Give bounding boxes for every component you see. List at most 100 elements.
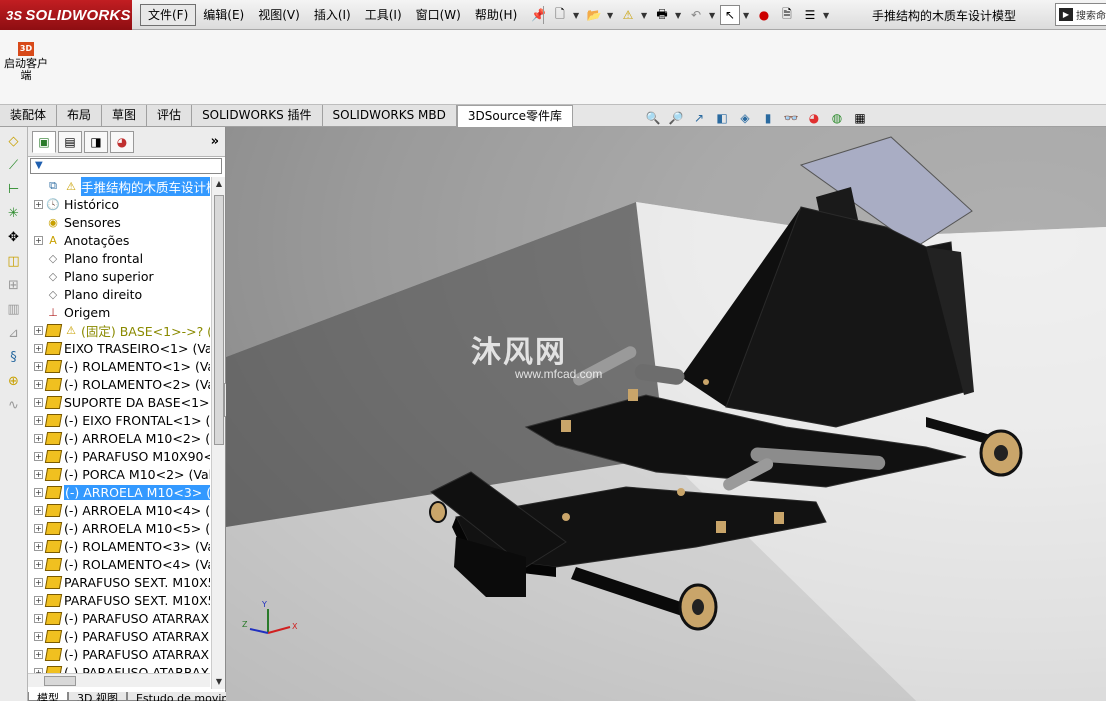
tree-item[interactable]: ⊥ Origem xyxy=(28,303,210,321)
tree-item[interactable]: + EIXO TRASEIRO<1> (Va xyxy=(28,339,210,357)
tree-item[interactable]: + PARAFUSO SEXT. M10X5 xyxy=(28,591,210,609)
tree-item[interactable]: + (-) ROLAMENTO<3> (Va xyxy=(28,537,210,555)
pattern-icon[interactable]: ▥ xyxy=(4,299,24,319)
chevron-down-icon[interactable]: ▼ xyxy=(675,11,683,20)
tab-layout[interactable]: 布局 xyxy=(57,105,103,126)
tab-solidworks-addins[interactable]: SOLIDWORKS 插件 xyxy=(192,105,323,126)
menu-edit[interactable]: 编辑(E) xyxy=(196,4,251,26)
previous-view-icon[interactable]: ↗ xyxy=(690,109,708,127)
expand-icon[interactable]: + xyxy=(34,505,43,515)
tab-assembly[interactable]: 装配体 xyxy=(0,105,58,126)
search-commands-box[interactable]: ▶ 搜索命 xyxy=(1055,3,1106,26)
expand-icon[interactable]: + xyxy=(34,649,43,659)
display-manager-tab-icon[interactable]: ◕ xyxy=(110,130,134,153)
tree-item[interactable]: ◇ Plano direito xyxy=(28,285,210,303)
expand-icon[interactable]: + xyxy=(34,451,43,461)
menu-view[interactable]: 视图(V) xyxy=(251,4,307,26)
select-arrow-icon[interactable]: ↖ xyxy=(720,5,740,25)
smart-dimension-icon[interactable]: ◇ xyxy=(4,131,24,151)
tree-item[interactable]: ◇ Plano superior xyxy=(28,267,210,285)
tree-vertical-scrollbar[interactable]: ▲ ▼ xyxy=(211,177,225,689)
tab-3dsource-library[interactable]: 3DSource零件库 xyxy=(456,105,573,127)
file-properties-icon[interactable]: 🗎 xyxy=(777,5,797,25)
expand-icon[interactable]: + xyxy=(34,487,43,497)
scroll-down-icon[interactable]: ▼ xyxy=(212,675,226,689)
apply-scene-icon[interactable]: ◍ xyxy=(828,109,846,127)
expand-icon[interactable]: + xyxy=(34,559,43,569)
tab-sketch[interactable]: 草图 xyxy=(102,105,148,126)
explode-icon[interactable]: ⊿ xyxy=(4,323,24,343)
tree-filter-icon[interactable]: ▼ xyxy=(30,158,222,174)
tree-item[interactable]: + A Anotações xyxy=(28,231,210,249)
new-document-icon[interactable]: 🗋 xyxy=(550,5,570,25)
expand-icon[interactable]: + xyxy=(34,631,43,641)
tree-horizontal-scrollbar[interactable] xyxy=(28,673,210,687)
expand-icon[interactable]: + xyxy=(34,523,43,533)
tree-item[interactable]: + (-) EIXO FRONTAL<1> ( xyxy=(28,411,210,429)
expand-icon[interactable]: + xyxy=(34,361,43,371)
open-folder-icon[interactable]: 📂 xyxy=(584,5,604,25)
menu-file[interactable]: 文件(F) xyxy=(140,4,197,26)
tab-evaluate[interactable]: 评估 xyxy=(147,105,193,126)
line-icon[interactable]: ⟋ xyxy=(4,155,24,175)
tree-item[interactable]: + (-) ARROELA M10<2> (V xyxy=(28,429,210,447)
tree-item[interactable]: + (-) ROLAMENTO<1> (Va xyxy=(28,357,210,375)
property-manager-tab-icon[interactable]: ▤ xyxy=(58,130,82,153)
expand-icon[interactable]: + xyxy=(34,433,43,443)
tree-item[interactable]: ◉ Sensores xyxy=(28,213,210,231)
expand-icon[interactable]: + xyxy=(34,541,43,551)
launch-client-button[interactable]: 3D 启动客户端 xyxy=(4,42,48,82)
menu-window[interactable]: 窗口(W) xyxy=(409,4,468,26)
solidworks-logo[interactable]: 3S SOLIDWORKS xyxy=(0,0,132,30)
expand-panel-icon[interactable]: » xyxy=(211,134,219,149)
expand-icon[interactable]: + xyxy=(34,613,43,623)
expand-icon[interactable]: + xyxy=(34,343,43,353)
save-warning-icon[interactable]: ⚠ xyxy=(618,5,638,25)
scroll-thumb[interactable] xyxy=(44,676,76,686)
undo-icon[interactable]: ↶ xyxy=(686,5,706,25)
spring-icon[interactable]: § xyxy=(4,347,24,367)
coil-icon[interactable]: ∿ xyxy=(4,395,24,415)
scroll-thumb[interactable] xyxy=(214,195,224,445)
mirror-icon[interactable]: ⊞ xyxy=(4,275,24,295)
feature-tree-tab-icon[interactable]: ▣ xyxy=(32,130,56,153)
tree-item[interactable]: + (-) PORCA M10<2> (Val xyxy=(28,465,210,483)
tree-item[interactable]: + (-) ARROELA M10<5> (V xyxy=(28,519,210,537)
options-list-icon[interactable]: ☰ xyxy=(800,5,820,25)
menu-tools[interactable]: 工具(I) xyxy=(358,4,409,26)
tree-item[interactable]: + (-) PARAFUSO M10X90< xyxy=(28,447,210,465)
view-settings-icon[interactable]: ▦ xyxy=(851,109,869,127)
tree-item[interactable]: ◇ Plano frontal xyxy=(28,249,210,267)
expand-icon[interactable]: + xyxy=(34,577,43,587)
chevron-down-icon[interactable]: ▼ xyxy=(641,11,649,20)
chevron-down-icon[interactable]: ▼ xyxy=(743,11,751,20)
expand-icon[interactable]: + xyxy=(34,235,43,245)
view-orientation-icon[interactable]: ◈ xyxy=(736,109,754,127)
tab-3d-view[interactable]: 3D 视图 xyxy=(68,692,127,701)
tree-item[interactable]: + (-) PARAFUSO ATARRAX xyxy=(28,627,210,645)
expand-icon[interactable]: + xyxy=(34,595,43,605)
tree-item[interactable]: + (-) ROLAMENTO<2> (Va xyxy=(28,375,210,393)
point-icon[interactable]: ✳ xyxy=(4,203,24,223)
motion-icon[interactable]: ⊕ xyxy=(4,371,24,391)
chevron-down-icon[interactable]: ▼ xyxy=(709,11,717,20)
display-style-icon[interactable]: ▮ xyxy=(759,109,777,127)
chevron-down-icon[interactable]: ▼ xyxy=(607,11,615,20)
traffic-light-icon[interactable]: ● xyxy=(754,5,774,25)
expand-icon[interactable]: + xyxy=(34,379,43,389)
chevron-down-icon[interactable]: ▼ xyxy=(573,11,581,20)
tree-item[interactable]: + (-) ROLAMENTO<4> (Va xyxy=(28,555,210,573)
section-view-icon[interactable]: ◧ xyxy=(713,109,731,127)
hide-show-icon[interactable]: 👓 xyxy=(782,109,800,127)
tree-root-assembly[interactable]: ⧉ ⚠ 手推结构的木质车设计模型 xyxy=(28,177,210,196)
zoom-to-fit-icon[interactable]: 🔍 xyxy=(644,109,662,127)
menu-insert[interactable]: 插入(I) xyxy=(307,4,358,26)
move-icon[interactable]: ✥ xyxy=(4,227,24,247)
mate-icon[interactable]: ◫ xyxy=(4,251,24,271)
configuration-manager-tab-icon[interactable]: ◨ xyxy=(84,130,108,153)
zoom-to-area-icon[interactable]: 🔎 xyxy=(667,109,685,127)
expand-icon[interactable]: + xyxy=(34,325,43,335)
menu-help[interactable]: 帮助(H) xyxy=(468,4,524,26)
graphics-viewport[interactable]: 沐风网 www.mfcad.com Y X Z xyxy=(226,127,1106,701)
scroll-up-icon[interactable]: ▲ xyxy=(212,177,226,191)
